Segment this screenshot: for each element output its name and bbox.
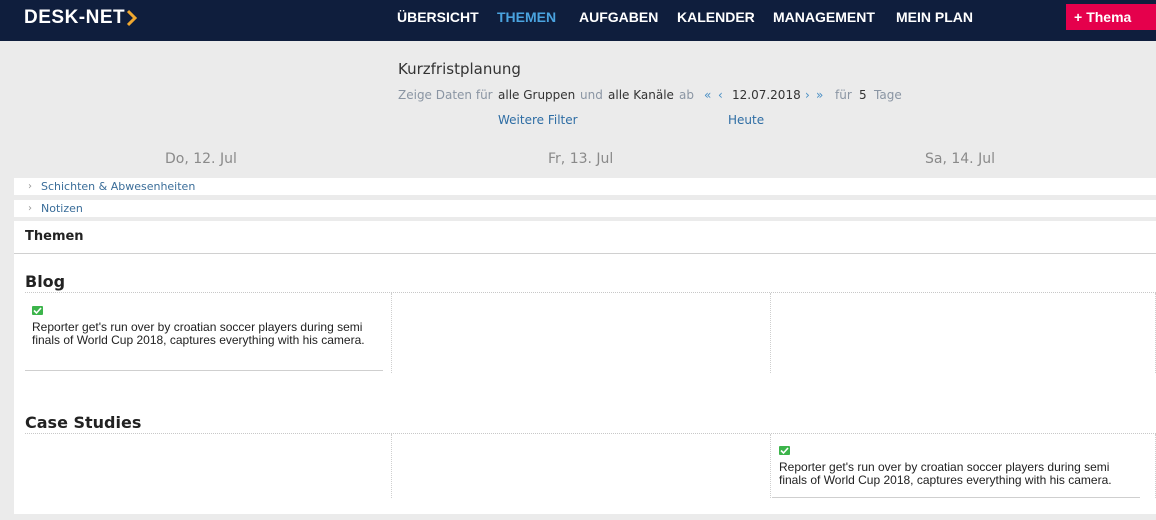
day-header-1: Do, 12. Jul bbox=[165, 151, 237, 167]
chevron-right-icon bbox=[126, 7, 138, 35]
filter-fuer: für bbox=[835, 88, 852, 102]
new-thema-button[interactable]: + Thema bbox=[1066, 4, 1156, 30]
page-title: Kurzfristplanung bbox=[398, 60, 521, 78]
nav-themen[interactable]: THEMEN bbox=[497, 0, 556, 34]
start-date[interactable]: 12.07.2018 bbox=[732, 87, 801, 103]
more-filters-link[interactable]: Weitere Filter bbox=[498, 112, 578, 128]
prev-double-chevron-icon[interactable]: « bbox=[704, 87, 711, 103]
notes-section-label: Notizen bbox=[41, 202, 83, 215]
divider bbox=[14, 253, 1156, 254]
story-card-title: Reporter get's run over by croatian socc… bbox=[32, 320, 365, 347]
day-header-3: Sa, 14. Jul bbox=[925, 151, 995, 167]
check-icon bbox=[779, 446, 790, 455]
filter-und: und bbox=[580, 88, 603, 102]
filter-ab: ab bbox=[679, 88, 694, 102]
day-column-divider bbox=[391, 293, 392, 373]
story-card[interactable]: Reporter get's run over by croatian socc… bbox=[25, 297, 383, 371]
next-double-chevron-icon[interactable]: » bbox=[816, 87, 823, 103]
day-column-divider bbox=[770, 293, 771, 373]
check-icon bbox=[32, 306, 43, 315]
bottom-strip bbox=[0, 514, 1156, 520]
prev-chevron-icon[interactable]: ‹ bbox=[718, 87, 723, 103]
group-heading-blog: Blog bbox=[25, 272, 66, 291]
filter-prefix: Zeige Daten für bbox=[398, 88, 493, 102]
story-card-title: Reporter get's run over by croatian socc… bbox=[779, 460, 1112, 487]
chevron-right-icon: › bbox=[28, 181, 32, 192]
logo-text: DESK-NET bbox=[24, 7, 126, 28]
day-column-divider bbox=[770, 434, 771, 498]
nav-kalender[interactable]: KALENDER bbox=[677, 0, 755, 34]
channels-filter-link[interactable]: alle Kanäle bbox=[608, 87, 674, 103]
top-navigation-bar: DESK-NET ÜBERSICHT THEMEN AUFGABEN KALEN… bbox=[0, 0, 1156, 41]
days-count[interactable]: 5 bbox=[859, 87, 867, 103]
nav-mein-plan[interactable]: MEIN PLAN bbox=[896, 0, 973, 34]
notes-section-toggle[interactable]: › Notizen bbox=[14, 200, 1156, 217]
new-thema-label: Thema bbox=[1086, 9, 1132, 25]
themen-heading: Themen bbox=[25, 229, 84, 244]
story-card[interactable]: Reporter get's run over by croatian socc… bbox=[772, 438, 1140, 498]
chevron-right-icon: › bbox=[28, 203, 32, 214]
next-chevron-icon[interactable]: › bbox=[805, 87, 810, 103]
group-heading-case-studies: Case Studies bbox=[25, 413, 142, 432]
days-label: Tage bbox=[874, 88, 902, 102]
group-separator bbox=[25, 292, 1156, 293]
group-separator bbox=[25, 433, 1156, 434]
app-logo[interactable]: DESK-NET bbox=[24, 7, 138, 29]
day-header-2: Fr, 13. Jul bbox=[548, 151, 614, 167]
nav-aufgaben[interactable]: AUFGABEN bbox=[579, 0, 658, 34]
today-link[interactable]: Heute bbox=[728, 112, 764, 128]
nav-uebersicht[interactable]: ÜBERSICHT bbox=[397, 0, 479, 34]
shifts-section-label: Schichten & Abwesenheiten bbox=[41, 180, 196, 193]
shifts-section-toggle[interactable]: › Schichten & Abwesenheiten bbox=[14, 178, 1156, 195]
groups-filter-link[interactable]: alle Gruppen bbox=[498, 87, 575, 103]
day-column-divider bbox=[391, 434, 392, 498]
nav-management[interactable]: MANAGEMENT bbox=[773, 0, 875, 34]
plus-icon: + bbox=[1074, 9, 1083, 25]
